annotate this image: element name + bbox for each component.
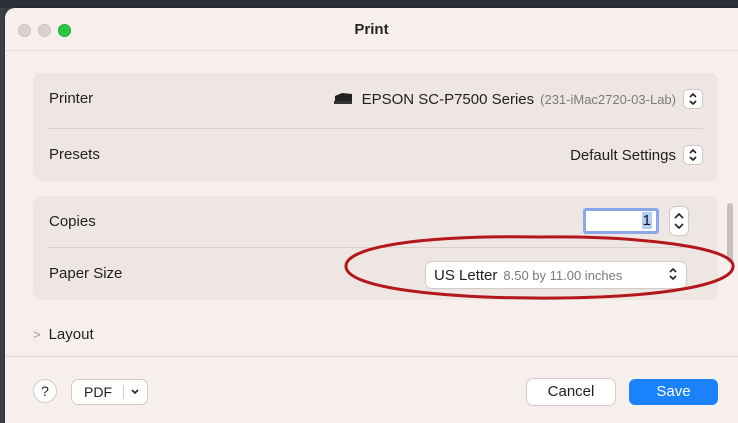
chevron-updown-icon: [668, 266, 678, 286]
copies-paper-group: Copies 1 Paper Size US Letter 8.50 by 11…: [33, 196, 718, 300]
paper-size-detail: 8.50 by 11.00 inches: [503, 267, 623, 283]
chevron-updown-icon: [684, 146, 702, 164]
desktop-backdrop: [0, 0, 738, 8]
printer-location: (231-iMac2720-03-Lab): [540, 91, 676, 107]
copies-input[interactable]: 1: [583, 208, 659, 234]
copies-label: Copies: [49, 213, 96, 230]
printer-label: Printer: [49, 90, 94, 107]
presets-row: Presets Default Settings: [33, 129, 718, 181]
presets-value: Default Settings: [570, 146, 676, 164]
chevron-down-icon: [129, 385, 141, 402]
layout-label: Layout: [48, 326, 94, 343]
save-button[interactable]: Save: [629, 379, 718, 405]
help-button[interactable]: ?: [34, 380, 56, 402]
copies-value: 1: [641, 212, 652, 229]
paper-size-row: Paper Size US Letter 8.50 by 11.00 inche…: [33, 248, 718, 300]
chevron-right-icon: >: [33, 327, 41, 342]
presets-label: Presets: [49, 146, 100, 163]
scrollbar[interactable]: [727, 203, 733, 263]
copies-row: Copies 1: [33, 196, 718, 248]
pdf-menu-button[interactable]: PDF: [72, 380, 147, 404]
printer-presets-group: Printer EPSON SC-P7500 Series (231-iMac2…: [33, 73, 718, 181]
printer-row: Printer EPSON SC-P7500 Series (231-iMac2…: [33, 73, 718, 125]
paper-size-value: US Letter: [434, 266, 498, 284]
footer-divider: [5, 356, 738, 357]
printer-icon: [332, 92, 354, 106]
window-title: Print: [354, 21, 389, 38]
print-dialog: Print Printer EPSON SC-P7500 Series (231…: [5, 8, 738, 423]
pdf-label: PDF: [84, 384, 112, 400]
chevron-updown-icon: [684, 90, 702, 108]
button-separator: [123, 385, 124, 399]
titlebar: Print: [5, 8, 738, 51]
paper-size-label: Paper Size: [49, 265, 123, 282]
presets-popup[interactable]: Default Settings: [570, 143, 702, 167]
cancel-button[interactable]: Cancel: [527, 379, 615, 405]
layout-disclosure[interactable]: > Layout: [33, 326, 94, 343]
printer-name: EPSON SC-P7500 Series: [361, 90, 535, 108]
paper-size-popup[interactable]: US Letter 8.50 by 11.00 inches: [426, 262, 686, 288]
printer-popup[interactable]: EPSON SC-P7500 Series (231-iMac2720-03-L…: [332, 87, 702, 111]
copies-stepper[interactable]: [670, 207, 688, 235]
